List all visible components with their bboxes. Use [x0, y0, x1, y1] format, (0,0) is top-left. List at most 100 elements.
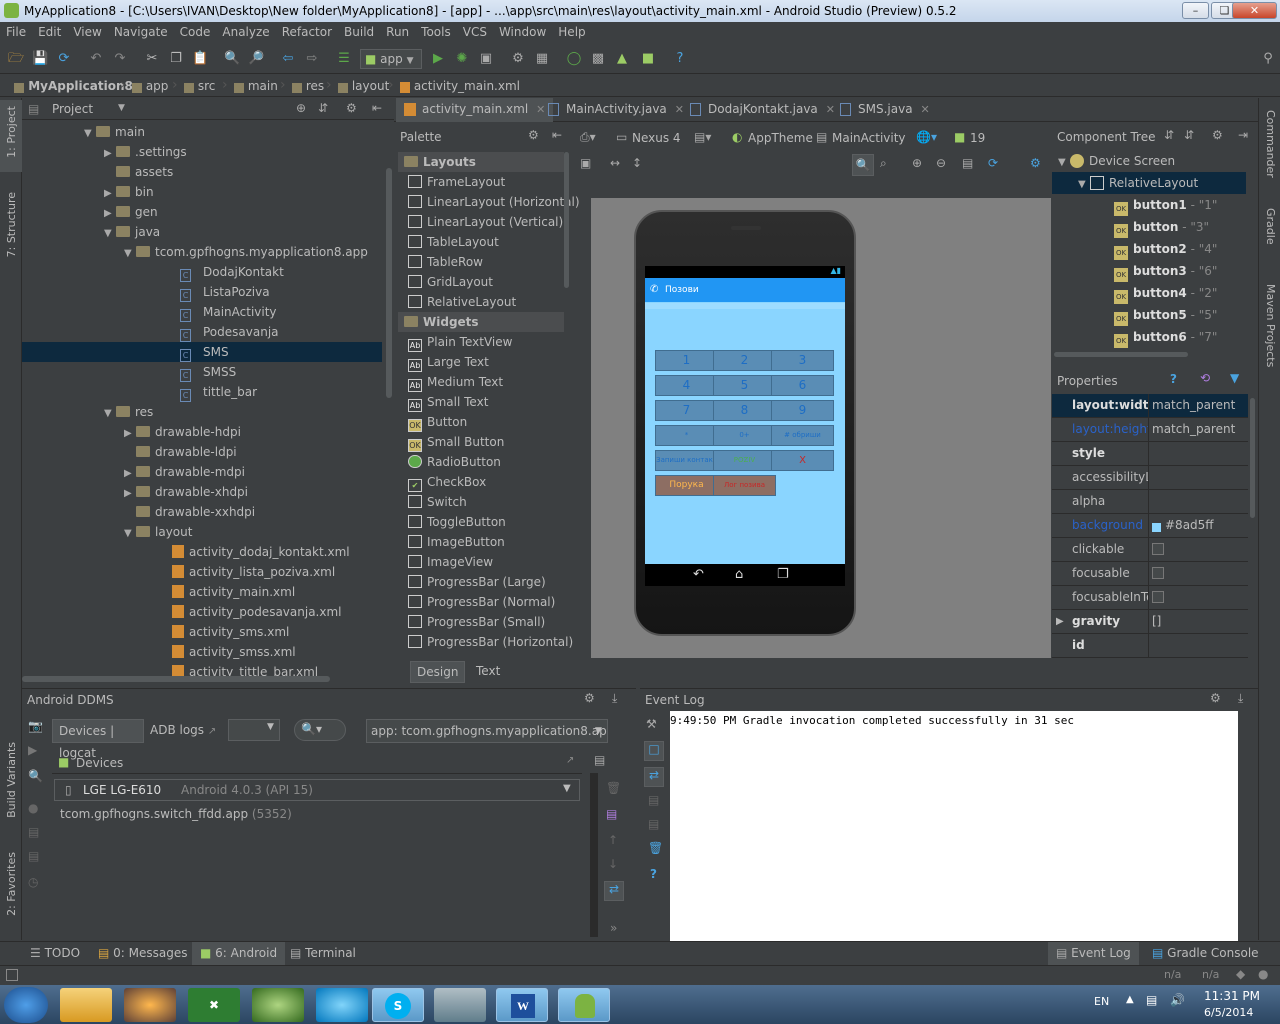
clipboard-icon[interactable]: ▤ — [28, 849, 39, 863]
property-value[interactable] — [1152, 586, 1164, 611]
chevron-right-icon[interactable]: ▶ — [124, 484, 136, 504]
timer-icon[interactable]: ◷ — [28, 875, 38, 889]
debug-icon[interactable]: ✺ — [454, 51, 470, 67]
property-row[interactable]: layout:height match_parent — [1052, 418, 1248, 442]
logcat-pin-icon[interactable]: ▤ — [594, 753, 605, 767]
palette-item-large-text[interactable]: Ab Large Text — [408, 352, 489, 372]
menu-edit[interactable]: Edit — [32, 22, 67, 39]
dial-key[interactable]: 9 — [771, 400, 834, 421]
forward-icon[interactable]: ⇨ — [304, 51, 320, 67]
layout-icon[interactable]: ▶ — [28, 743, 37, 757]
explorer-icon[interactable] — [60, 988, 112, 1022]
clock-date[interactable]: 6/5/2014 — [1204, 1006, 1253, 1019]
palette-item-tablerow[interactable]: TableRow — [408, 252, 483, 272]
tree-item-drawable-ldpi[interactable]: drawable-ldpi — [22, 442, 382, 462]
run-icon[interactable]: ▶ — [430, 51, 446, 67]
tree-item-activity-smss-xml[interactable]: activity_smss.xml — [22, 642, 382, 662]
tree-item-drawable-hdpi[interactable]: ▶ drawable-hdpi — [22, 422, 382, 442]
breadcrumb-layout[interactable]: layout — [338, 79, 389, 93]
restore-default-icon[interactable]: ⟲ — [1200, 371, 1210, 385]
gear-icon[interactable]: ⚙ — [346, 101, 357, 115]
theme-select[interactable]: AppTheme — [748, 131, 813, 145]
zoom-in-icon[interactable]: ⊕ — [912, 156, 922, 170]
dial-key[interactable]: X — [771, 450, 834, 471]
utorrent-icon[interactable] — [252, 988, 304, 1022]
zoom-actual-icon[interactable]: 🔍 — [852, 154, 874, 176]
palette-item-progressbar-small-[interactable]: ProgressBar (Small) — [408, 612, 545, 632]
palette-item-tablelayout[interactable]: TableLayout — [408, 232, 499, 252]
tree-item-tittle-bar[interactable]: Ctittle_bar — [22, 382, 382, 402]
zoom-fit-icon[interactable]: ⌕ — [880, 156, 887, 171]
notepad-icon[interactable] — [434, 988, 486, 1022]
dial-key[interactable]: Порука — [655, 475, 718, 496]
tree-item-assets[interactable]: assets — [22, 162, 382, 182]
tree-item-activity-sms-xml[interactable]: activity_sms.xml — [22, 622, 382, 642]
sync-icon[interactable]: ⟳ — [56, 51, 72, 67]
dial-key[interactable]: Запиши контакт — [655, 450, 718, 471]
device-screen[interactable]: ▲▮ ✆ Позови 1 2 3 4 5 6 7 8 9 * 0+ # обриши Запиши к… — [645, 266, 845, 564]
chevron-down-icon[interactable]: ▼ — [84, 124, 96, 144]
tool-tab-maven[interactable]: Maven Projects — [1264, 284, 1277, 367]
dial-key[interactable]: 5 — [713, 375, 776, 396]
word-icon[interactable]: W — [496, 988, 548, 1022]
tree-item-dodajkontakt[interactable]: C DodajKontakt — [22, 262, 382, 282]
palette-item-linearlayout-horizontal-[interactable]: LinearLayout (Horizontal) — [408, 192, 580, 212]
avd-manager-icon[interactable]: ◯ — [566, 51, 582, 67]
export-icon[interactable]: ▤ — [648, 817, 659, 831]
palette-item-radiobutton[interactable]: RadioButton — [408, 452, 501, 472]
tree-item-activity-podesavanja-xml[interactable]: activity_podesavanja.xml — [22, 602, 382, 622]
chevron-right-icon[interactable]: ▶ — [104, 204, 116, 224]
palette-item-medium-text[interactable]: Ab Medium Text — [408, 372, 503, 392]
palette-item-imagebutton[interactable]: ImageButton — [408, 532, 505, 552]
dial-key[interactable]: Лог позива — [713, 475, 776, 496]
tool-tab-commander[interactable]: Commander — [1264, 110, 1277, 178]
tool-tab-android[interactable]: ■ 6: Android — [192, 942, 286, 966]
tree-item-activity-main-xml[interactable]: activity_main.xml — [22, 582, 382, 602]
breadcrumb-res[interactable]: res — [292, 79, 324, 93]
tree-item-mainactivity[interactable]: C MainActivity — [22, 302, 382, 322]
tree-item-drawable-xhdpi[interactable]: ▶ drawable-xhdpi — [22, 482, 382, 502]
redo-icon[interactable]: ↷ — [112, 51, 128, 67]
api-level-select[interactable]: 19 — [970, 131, 985, 145]
device-select[interactable]: ▯ LGE LG-E610 Android 4.0.3 (API 15) ▼ — [54, 779, 580, 801]
settings-icon[interactable]: ▦ — [534, 51, 550, 67]
property-value[interactable]: #8ad5ff — [1152, 514, 1214, 537]
refresh-icon[interactable]: ⟳ — [988, 156, 998, 170]
log-level-select[interactable]: ▼ — [228, 719, 280, 741]
toggle-tool-windows-icon[interactable] — [6, 969, 18, 981]
breadcrumb-app[interactable]: app — [132, 79, 168, 93]
help-icon[interactable]: ? — [1170, 372, 1177, 386]
palette-item-button[interactable]: OK Button — [408, 412, 467, 432]
network-icon[interactable]: ▤ — [1146, 993, 1157, 1007]
tree-item-sms[interactable]: C SMS — [22, 342, 382, 362]
screen-config-icon[interactable]: ▣ — [580, 156, 591, 170]
horizontal-scrollbar[interactable] — [22, 676, 330, 682]
back-icon[interactable]: ⇦ — [280, 51, 296, 67]
chevron-right-icon[interactable]: ▶ — [104, 184, 116, 204]
property-value[interactable]: match_parent — [1152, 418, 1235, 441]
number-display[interactable] — [645, 303, 845, 309]
scroll-from-source-icon[interactable]: ⊕ — [296, 101, 306, 115]
search-icon[interactable]: 🔍 — [28, 769, 43, 783]
collapse-all-icon[interactable]: ⇵ — [1184, 128, 1194, 142]
more-icon[interactable]: » — [610, 921, 617, 935]
component-tree-item[interactable]: OK button5 - "5" — [1052, 304, 1246, 326]
process-row[interactable]: tcom.gpfhogns.switch_ffdd.app (5352) — [60, 807, 292, 821]
dial-key[interactable]: 4 — [655, 375, 718, 396]
app-filter-select[interactable]: app: tcom.gpfhogns.myapplication8.app ▼ — [366, 719, 608, 743]
chevron-right-icon[interactable]: ▶ — [1056, 610, 1064, 633]
tool-tab-terminal[interactable]: ▤ Terminal — [290, 946, 356, 960]
help-icon[interactable]: ? — [672, 51, 688, 67]
hide-panel-icon[interactable]: ⤓ — [612, 691, 617, 706]
chevron-down-icon[interactable]: ▼ — [124, 524, 136, 544]
breadcrumb-main[interactable]: main — [234, 79, 278, 93]
copy-icon[interactable]: ❐ — [168, 51, 184, 67]
tool-tab-build-variants[interactable]: Build Variants — [5, 742, 18, 818]
dial-key[interactable]: # обриши — [771, 425, 834, 446]
property-row[interactable]: background #8ad5ff — [1052, 514, 1248, 538]
browser-icon[interactable] — [316, 988, 368, 1022]
menu-code[interactable]: Code — [174, 22, 217, 39]
show-hidden-icons-icon[interactable]: ▲ — [1126, 994, 1134, 1005]
record-icon[interactable]: ● — [28, 801, 38, 815]
menu-vcs[interactable]: VCS — [457, 22, 493, 39]
